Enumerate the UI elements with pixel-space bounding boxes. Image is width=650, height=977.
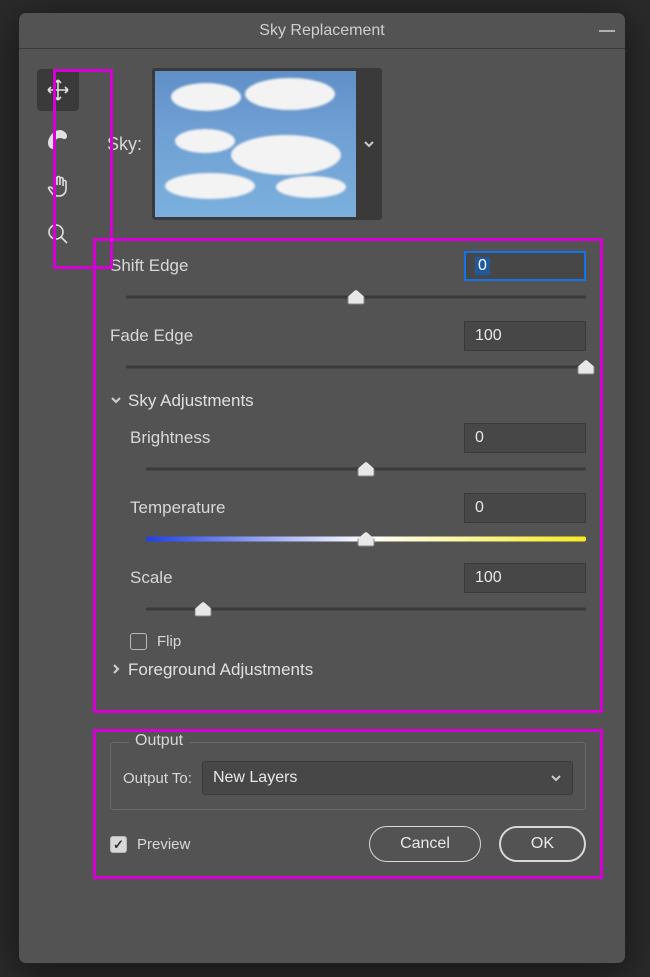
- preview-label: Preview: [137, 836, 190, 853]
- output-fieldset: Output Output To: New Layers: [110, 742, 586, 810]
- fade-edge-slider[interactable]: [126, 357, 586, 377]
- fade-edge-input[interactable]: 100: [464, 321, 586, 351]
- sky-thumbnail: [155, 71, 356, 217]
- tool-column: [33, 63, 83, 963]
- sky-preset-dropdown[interactable]: [152, 68, 382, 220]
- preview-checkbox[interactable]: [110, 836, 127, 853]
- cancel-button[interactable]: Cancel: [369, 826, 481, 862]
- output-to-label: Output To:: [123, 770, 192, 787]
- output-legend: Output: [129, 732, 189, 750]
- fade-edge-label: Fade Edge: [110, 326, 193, 346]
- foreground-adjustments-section[interactable]: Foreground Adjustments: [110, 660, 586, 680]
- shift-edge-slider[interactable]: [126, 287, 586, 307]
- temperature-label: Temperature: [130, 498, 225, 518]
- sky-replacement-dialog: Sky Replacement Sky:: [18, 12, 626, 964]
- brightness-input[interactable]: 0: [464, 423, 586, 453]
- annotation-highlight-adjustments: Shift Edge 0 Fade Edge 100 Sky Adjustmen…: [93, 238, 603, 713]
- dialog-title: Sky Replacement: [259, 22, 384, 40]
- temperature-slider[interactable]: [146, 529, 586, 549]
- scale-label: Scale: [130, 568, 173, 588]
- brush-icon: [46, 126, 70, 150]
- sky-label: Sky:: [107, 134, 142, 155]
- move-tool[interactable]: [37, 69, 79, 111]
- hand-tool[interactable]: [37, 165, 79, 207]
- titlebar[interactable]: Sky Replacement: [19, 13, 625, 49]
- shift-edge-label: Shift Edge: [110, 256, 188, 276]
- chevron-down-icon: [356, 68, 382, 220]
- output-to-select[interactable]: New Layers: [202, 761, 573, 795]
- flip-label: Flip: [157, 633, 181, 650]
- move-icon: [46, 78, 70, 102]
- chevron-down-icon: [110, 391, 122, 411]
- scale-input[interactable]: 100: [464, 563, 586, 593]
- chevron-right-icon: [110, 660, 122, 680]
- temperature-input[interactable]: 0: [464, 493, 586, 523]
- zoom-tool[interactable]: [37, 213, 79, 255]
- minimize-icon[interactable]: [599, 30, 615, 32]
- brush-tool[interactable]: [37, 117, 79, 159]
- brightness-label: Brightness: [130, 428, 210, 448]
- scale-slider[interactable]: [146, 599, 586, 619]
- annotation-highlight-output: Output Output To: New Layers Preview: [93, 729, 603, 879]
- ok-button[interactable]: OK: [499, 826, 586, 862]
- sky-adjustments-section[interactable]: Sky Adjustments: [110, 391, 586, 411]
- flip-checkbox[interactable]: [130, 633, 147, 650]
- magnifier-icon: [46, 222, 70, 246]
- chevron-down-icon: [550, 772, 562, 784]
- brightness-slider[interactable]: [146, 459, 586, 479]
- shift-edge-input[interactable]: 0: [464, 251, 586, 281]
- hand-icon: [46, 174, 70, 198]
